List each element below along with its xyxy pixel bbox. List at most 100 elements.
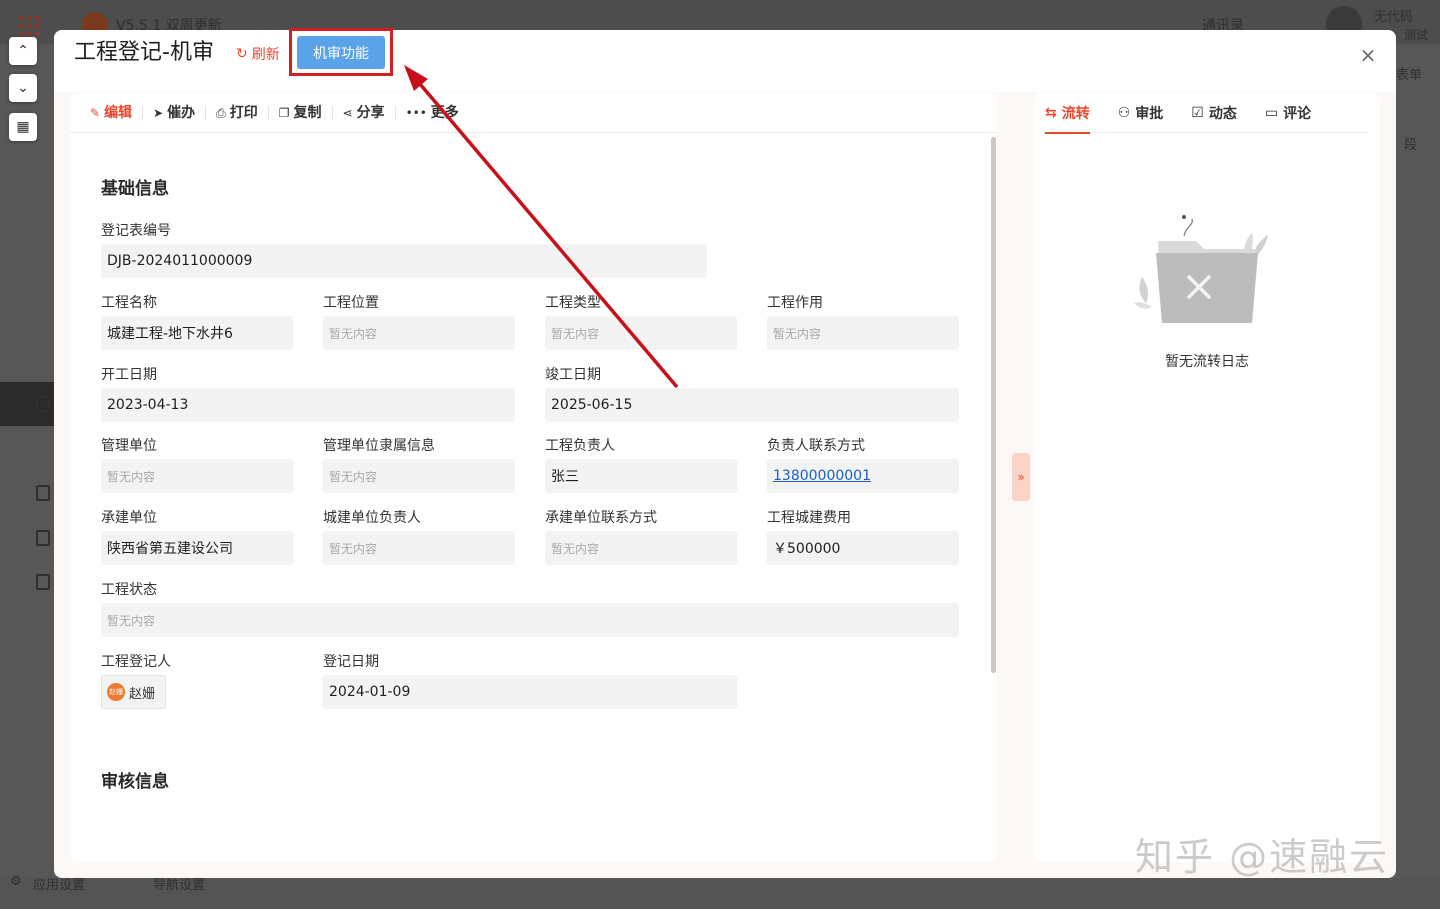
empty-flow-log-text: 暂无流转日志 (1165, 354, 1249, 370)
printer-icon: ⎙ (216, 105, 226, 120)
form-scrollbar[interactable] (991, 137, 996, 673)
share-button[interactable]: ⋖ 分享 (333, 104, 396, 121)
qr-code-icon: ▦ (16, 119, 30, 135)
background-right-panel: 表单 段 (1396, 44, 1440, 909)
bg-doc-icon (36, 396, 50, 412)
start-date-label: 开工日期 (101, 367, 157, 383)
leader-field: 张三 (545, 459, 737, 493)
registrant-label: 工程登记人 (101, 654, 171, 670)
send-icon: ➤ (153, 105, 164, 120)
mgmt-unit-label: 管理单位 (101, 438, 157, 454)
status-label: 工程状态 (101, 582, 157, 598)
flow-icon: ⇆ (1045, 105, 1057, 121)
mgmt-unit-field: 暂无内容 (101, 459, 293, 493)
name-label: 工程名称 (101, 295, 157, 311)
bg-doc-icon (36, 485, 50, 501)
bg-field-label: 段 (1404, 138, 1418, 153)
city-leader-field: 暂无内容 (323, 531, 515, 565)
tab-approval[interactable]: ⚇ 审批 (1118, 93, 1164, 133)
more-label: 更多 (430, 104, 459, 121)
user-name: 无代码 (1374, 10, 1414, 25)
tab-comments-label: 评论 (1283, 106, 1312, 122)
purpose-field: 暂无内容 (767, 316, 959, 350)
edit-label: 编辑 (104, 104, 133, 121)
reg-no-field: DJB-2024011000009 (101, 244, 707, 278)
mgmt-info-label: 管理单位隶属信息 (323, 438, 435, 454)
print-button[interactable]: ⎙ 打印 (206, 104, 269, 121)
refresh-label: 刷新 (251, 47, 280, 63)
modal-title: 工程登记-机审 (74, 40, 214, 65)
comment-icon: ▭ (1264, 105, 1279, 121)
activity-panel: ⇆ 流转 ⚇ 审批 ☑ 动态 ▭ 评论 暂无流转日志 (1034, 93, 1380, 862)
name-field: 城建工程-地下水井6 (101, 316, 293, 350)
section-review-info: 审核信息 (101, 772, 169, 792)
background-sidebar (0, 44, 60, 909)
registrant-avatar: 赵姗 (107, 683, 125, 701)
mgmt-info-field: 暂无内容 (323, 459, 515, 493)
pencil-icon: ✎ (90, 105, 101, 120)
end-date-field: 2025-06-15 (545, 388, 959, 422)
builder-contact-label: 承建单位联系方式 (545, 510, 657, 526)
reg-no-label: 登记表编号 (101, 223, 171, 239)
print-label: 打印 (229, 104, 258, 121)
contact-phone-link[interactable]: 13800000001 (767, 459, 959, 493)
activity-icon: ☑ (1191, 105, 1204, 121)
tab-flow[interactable]: ⇆ 流转 (1045, 93, 1090, 134)
end-date-label: 竣工日期 (545, 367, 601, 383)
tab-flow-label: 流转 (1061, 106, 1090, 122)
close-icon[interactable]: × (1358, 43, 1378, 67)
chevron-down-icon: ⌄ (17, 80, 29, 96)
tab-activity[interactable]: ☑ 动态 (1191, 93, 1237, 133)
gear-icon: ⚙ (10, 874, 22, 889)
prev-record-button[interactable]: ⌃ (9, 37, 37, 65)
urge-button[interactable]: ➤ 催办 (143, 105, 207, 120)
refresh-button[interactable]: ↻ 刷新 (236, 44, 280, 64)
registrant-name: 赵姗 (129, 686, 156, 702)
bg-form-label: 表单 (1396, 68, 1423, 83)
approval-icon: ⚇ (1117, 105, 1131, 121)
section-basic-info: 基础信息 (101, 179, 169, 199)
tab-comments[interactable]: ▭ 评论 (1265, 93, 1311, 133)
more-dots-icon: ••• (405, 105, 427, 120)
bg-doc-icon (36, 574, 50, 590)
refresh-icon: ↻ (236, 46, 248, 62)
watermark-text: 知乎 @速融云 (1135, 835, 1390, 879)
empty-folder-illustration (1134, 215, 1268, 323)
qr-code-button[interactable]: ▦ (9, 113, 37, 141)
cost-label: 工程城建费用 (767, 510, 851, 526)
city-leader-label: 城建单位负责人 (323, 510, 421, 526)
background-bottom-bar: ⚙ 应用设置 导航设置 (0, 874, 1440, 909)
user-role: 测试 (1404, 28, 1429, 42)
location-field: 暂无内容 (323, 316, 515, 350)
status-field: 暂无内容 (101, 603, 959, 637)
edit-button[interactable]: ✎ 编辑 (90, 104, 144, 121)
action-toolbar: ✎ 编辑 ➤ 催办 ⎙ 打印 ❐ 复制 ⋖ 分享 ••• 更多 (70, 93, 997, 133)
modal-header: 工程登记-机审 ↻ 刷新 机审功能 × (54, 28, 1396, 92)
copy-label: 复制 (293, 104, 322, 121)
share-label: 分享 (356, 104, 385, 121)
registrant-chip[interactable]: 赵姗 赵姗 (101, 675, 166, 709)
cost-field: ￥500000 (767, 531, 959, 565)
chevron-up-icon: ⌃ (17, 43, 29, 59)
record-modal: 工程登记-机审 ↻ 刷新 机审功能 × ✎ 编辑 ➤ 催办 ⎙ 打印 ❐ 复制 … (54, 28, 1396, 878)
bg-doc-icon (36, 530, 50, 546)
builder-contact-field: 暂无内容 (545, 531, 737, 565)
collapse-panel-button[interactable]: » (1012, 453, 1030, 501)
app-grid-icon (18, 14, 40, 36)
share-icon: ⋖ (342, 105, 353, 120)
more-button[interactable]: ••• 更多 (396, 106, 469, 120)
tab-activity-label: 动态 (1208, 106, 1237, 122)
copy-icon: ❐ (278, 105, 290, 120)
type-label: 工程类型 (545, 295, 601, 311)
copy-button[interactable]: ❐ 复制 (269, 104, 333, 121)
double-chevron-right-icon: » (1017, 470, 1025, 484)
next-record-button[interactable]: ⌄ (9, 74, 37, 102)
reg-date-label: 登记日期 (323, 654, 379, 670)
purpose-label: 工程作用 (767, 295, 823, 311)
start-date-field: 2023-04-13 (101, 388, 515, 422)
builder-field: 陕西省第五建设公司 (101, 531, 293, 565)
form-card: ✎ 编辑 ➤ 催办 ⎙ 打印 ❐ 复制 ⋖ 分享 ••• 更多 基础信息 登记表… (70, 93, 997, 862)
reg-date-field: 2024-01-09 (323, 675, 737, 709)
leader-label: 工程负责人 (545, 438, 615, 454)
tab-approval-label: 审批 (1135, 106, 1164, 122)
